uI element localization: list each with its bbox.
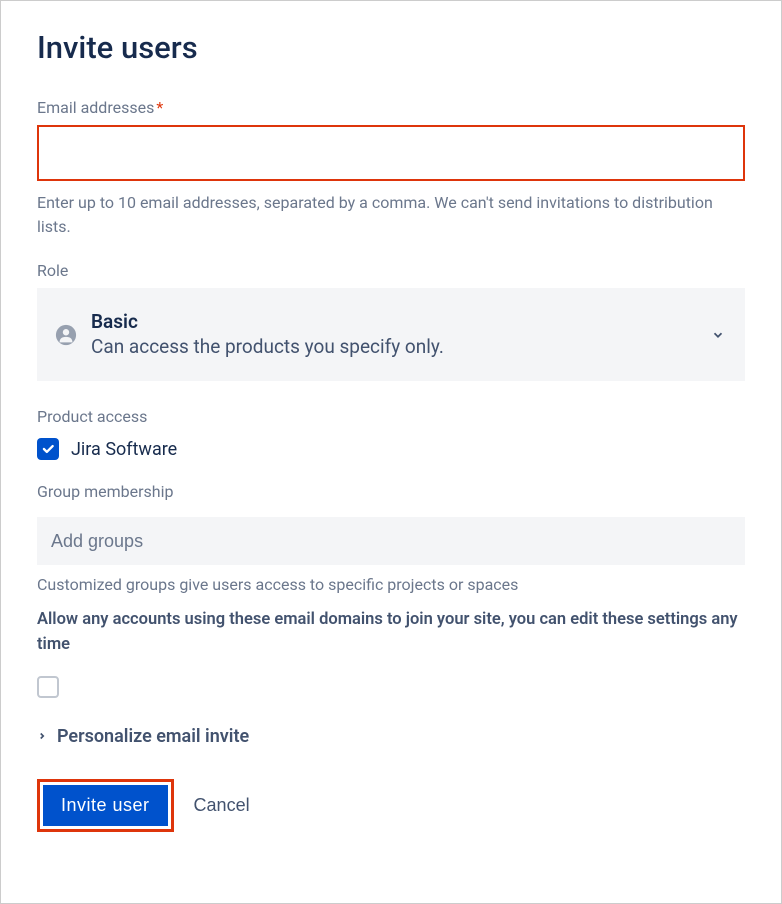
role-select[interactable]: Basic Can access the products you specif… [37,288,745,381]
chevron-right-icon [37,731,47,741]
allow-domains-checkbox[interactable] [37,676,59,698]
email-help-text: Enter up to 10 email addresses, separate… [37,191,745,239]
invite-button-highlight: Invite user [37,779,174,832]
jira-checkbox[interactable] [37,438,59,460]
product-access-item[interactable]: Jira Software [37,438,745,460]
group-help-text: Customized groups give users access to s… [37,575,745,594]
email-label: Email addresses* [37,98,745,117]
email-input[interactable] [37,125,745,181]
group-membership-label: Group membership [37,482,745,501]
invite-user-button[interactable]: Invite user [43,785,168,826]
product-label: Jira Software [71,439,177,460]
chevron-down-icon [711,328,725,342]
personalize-label: Personalize email invite [57,726,249,747]
checkmark-icon [41,442,55,456]
allow-domains-text: Allow any accounts using these email dom… [37,608,745,658]
group-input[interactable] [37,517,745,565]
page-title: Invite users [37,29,745,66]
cancel-button[interactable]: Cancel [194,795,250,816]
personalize-toggle[interactable]: Personalize email invite [37,726,745,747]
role-label: Role [37,261,745,280]
person-icon [55,324,77,346]
role-title: Basic [91,310,697,335]
required-asterisk: * [156,98,163,117]
product-access-label: Product access [37,407,745,426]
role-description: Can access the products you specify only… [91,335,697,360]
